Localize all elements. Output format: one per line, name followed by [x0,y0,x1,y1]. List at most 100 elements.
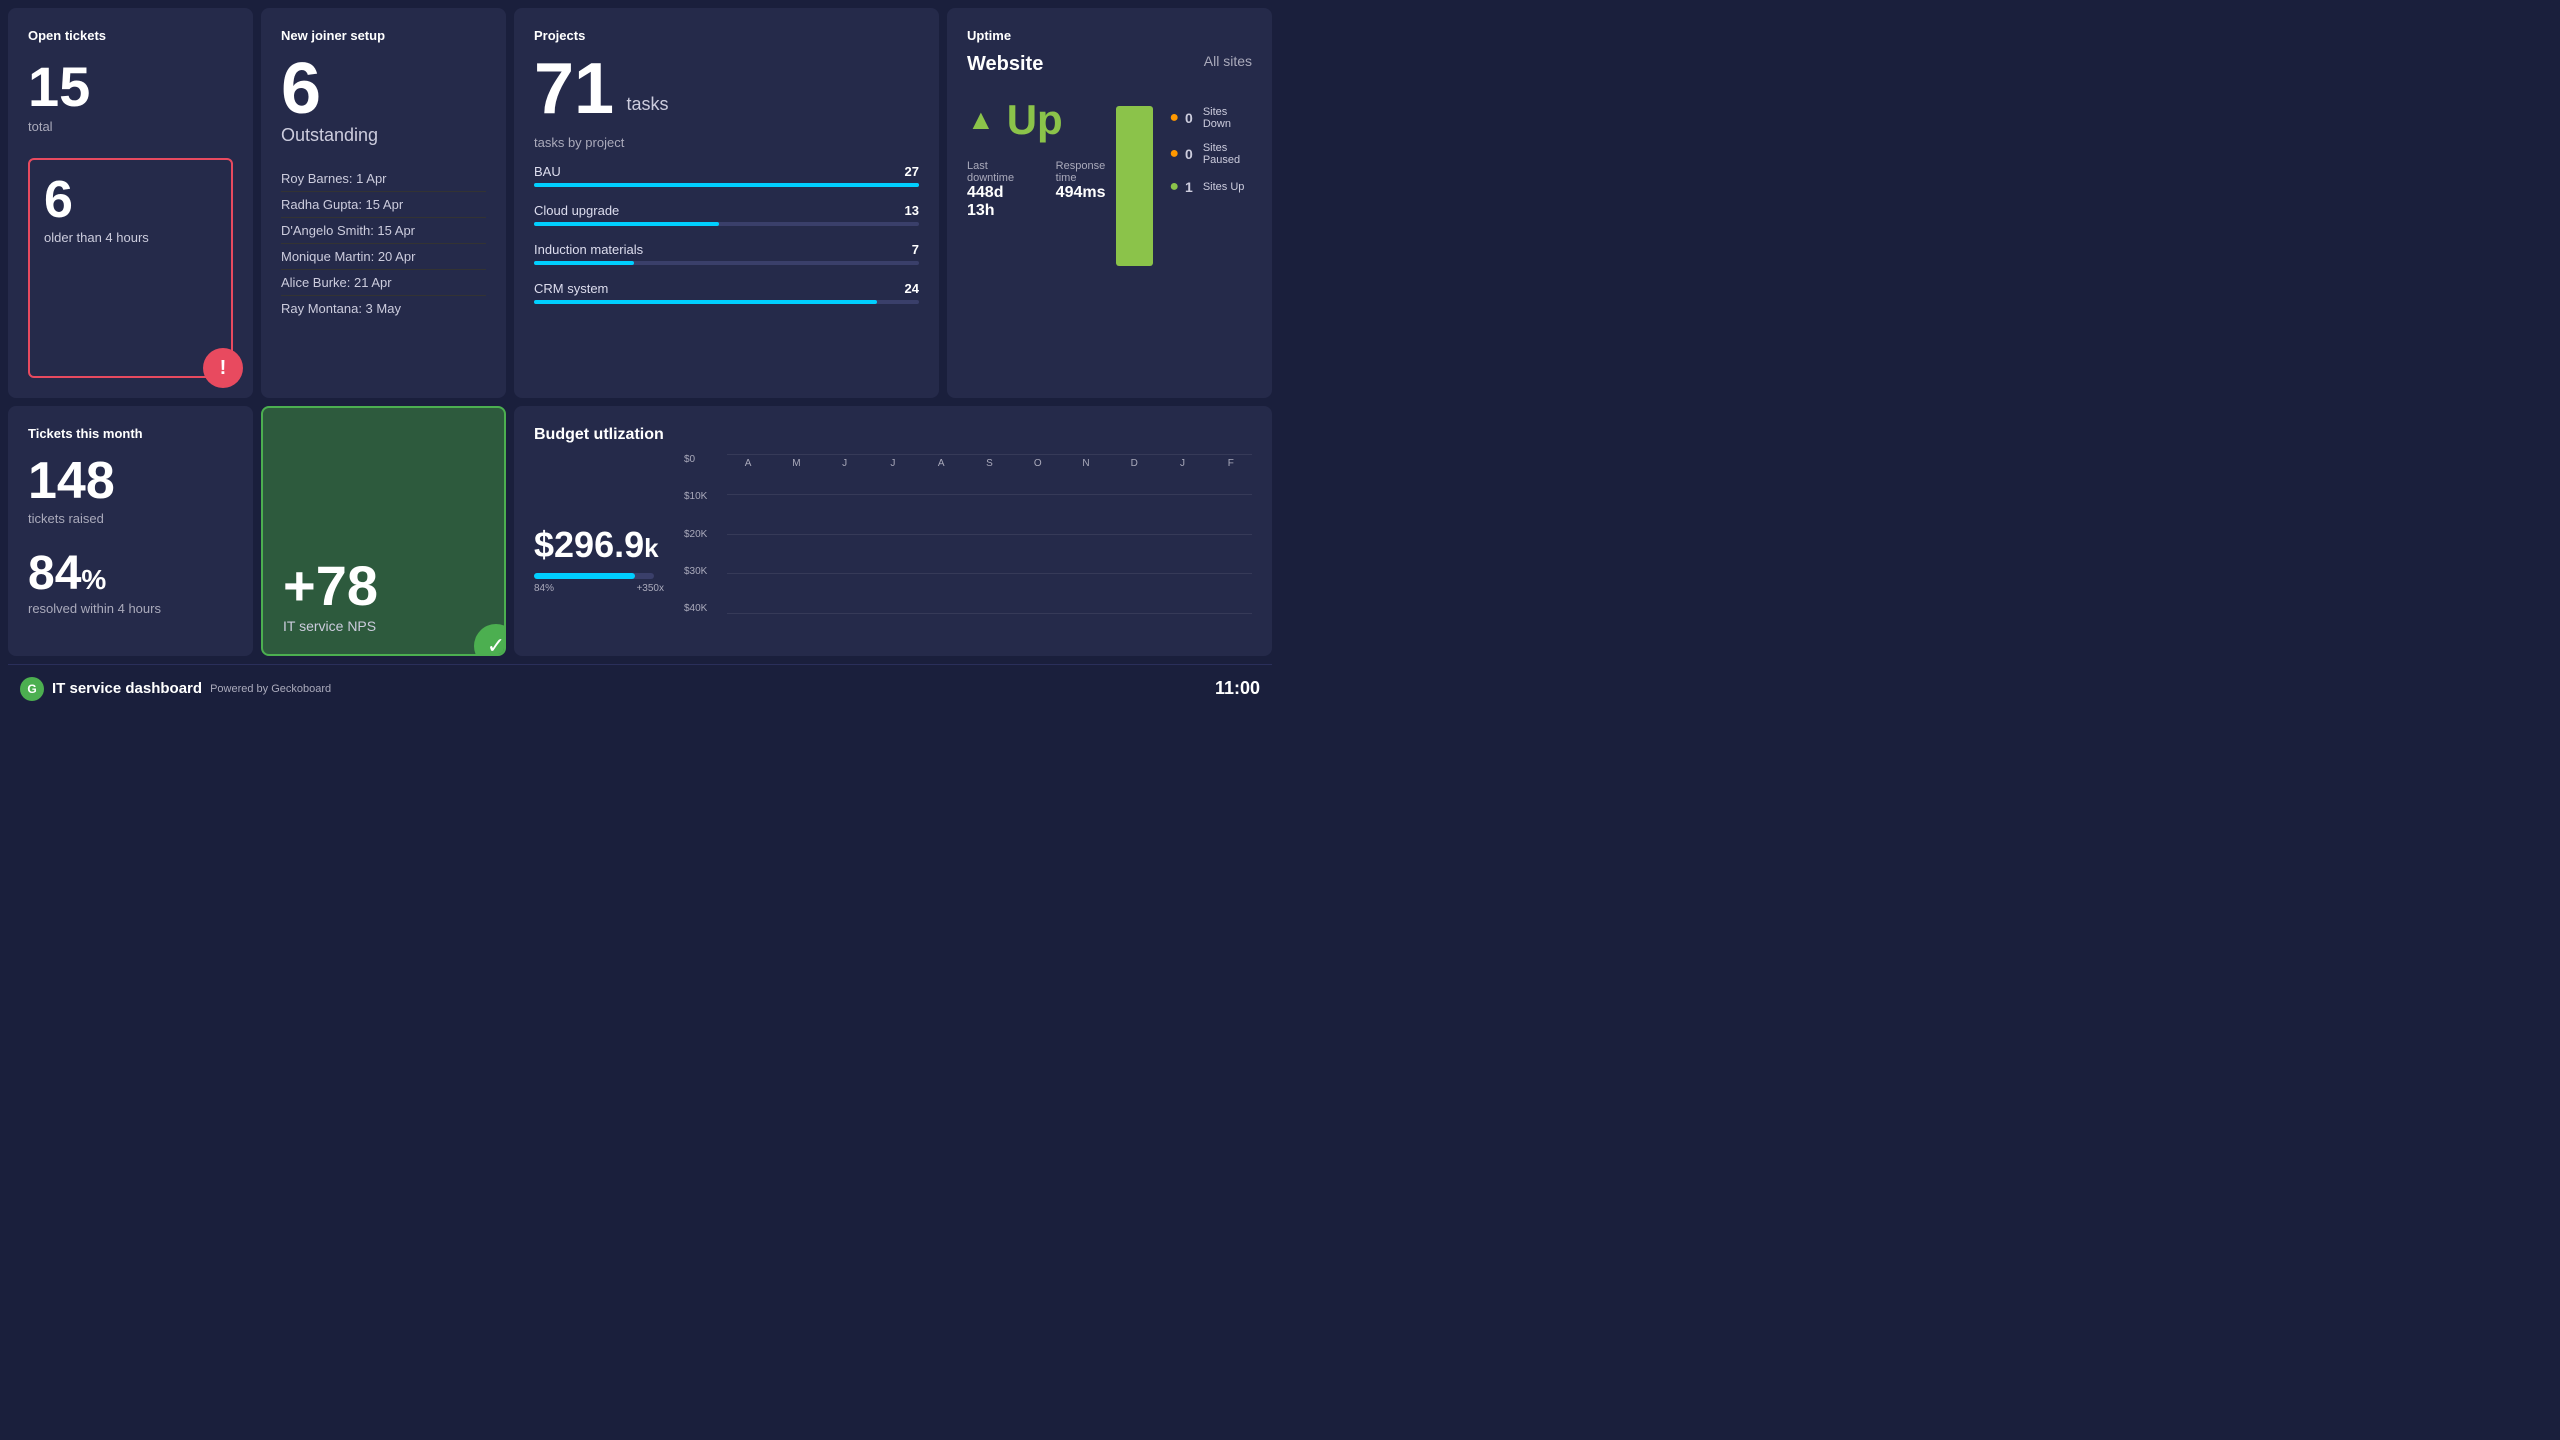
joiner-list-item: Ray Montana: 3 May [281,296,486,321]
new-joiner-title: New joiner setup [281,28,486,43]
bar-column: A [920,454,962,469]
uptime-response-label: Response time [1056,160,1117,184]
y-axis-label: $40K [684,603,719,614]
sites-up-dot: ● [1169,178,1179,196]
bar-label: J [890,458,895,469]
sites-down-label: Sites Down [1203,106,1252,130]
projects-list: BAU 27 Cloud upgrade 13 Induction materi… [534,164,919,304]
tickets-month-count-label: tickets raised [28,511,233,526]
sites-up-label: Sites Up [1203,181,1245,193]
uptime-last-downtime: Last downtime 448d 13h [967,160,1026,220]
bar-label: J [1180,458,1185,469]
open-tickets-alert-box: 6 older than 4 hours ! [28,158,233,378]
bar-column: J [872,454,914,469]
budget-title: Budget utlization [534,426,1252,444]
project-name: CRM system [534,281,608,296]
budget-left: $296.9k 84% +350x [534,454,664,634]
budget-card: Budget utlization $296.9k 84% +350x [514,406,1272,656]
grid-line [727,613,1252,614]
budget-amount: $296.9k [534,527,664,563]
project-row: BAU 27 [534,164,919,187]
open-tickets-total-label: total [28,119,233,134]
bar-column: D [1113,454,1155,469]
uptime-response-time: Response time 494ms [1056,160,1117,220]
budget-content: $296.9k 84% +350x $40K$30K$20K$10K$0 [534,454,1252,634]
open-tickets-total: 15 [28,59,233,115]
open-tickets-title: Open tickets [28,28,233,43]
uptime-status-text: Up [1007,96,1063,144]
project-bar-fill [534,300,877,304]
bar-column: J [824,454,866,469]
footer-title: IT service dashboard [52,680,202,697]
bar-label: O [1034,458,1042,469]
uptime-downtime-value: 448d 13h [967,184,1026,220]
footer-time: 11:00 [1215,678,1260,699]
project-bar-fill [534,183,919,187]
project-row: CRM system 24 [534,281,919,304]
projects-card: Projects 71 tasks tasks by project BAU 2… [514,8,939,398]
footer: G IT service dashboard Powered by Geckob… [8,664,1272,712]
uptime-up-arrow-icon: ▲ [967,104,995,136]
new-joiner-status: Outstanding [281,125,486,146]
budget-bar-labels: 84% +350x [534,583,664,594]
chart-area: $40K$30K$20K$10K$0 A M J J A S O [684,454,1252,634]
bars-area: A M J J A S O N D J [727,454,1252,489]
budget-progress: 84% +350x [534,573,664,594]
projects-big-number: 71 [534,53,614,125]
alert-warning-icon: ! [203,348,243,388]
uptime-header: Website All sites [967,53,1252,76]
sites-down-count: 0 [1185,110,1193,126]
project-bar-bg [534,183,919,187]
bar-label: J [842,458,847,469]
bar-column: M [775,454,817,469]
bar-label: M [792,458,800,469]
uptime-stats: Last downtime 448d 13h Response time 494… [967,160,1116,220]
uptime-card: Uptime Website All sites ▲ Up Last downt… [947,8,1272,398]
uptime-downtime-label: Last downtime [967,160,1026,184]
new-joiner-number: 6 [281,53,486,125]
joiner-list-item: Roy Barnes: 1 Apr [281,166,486,192]
uptime-bar-visual [1116,106,1153,266]
nps-card: +78 IT service NPS ✓ [261,406,506,656]
bar-column: A [727,454,769,469]
uptime-bar-legend: ● 0 Sites Down ● 0 Sites Paused ● 1 Site… [1116,106,1252,266]
projects-tasks-label: tasks [627,94,669,125]
project-name: Cloud upgrade [534,203,619,218]
nps-number: +78 [283,553,484,618]
open-tickets-alert-number: 6 [44,174,217,226]
bar-label: S [986,458,993,469]
grid-line [727,573,1252,574]
bar-column: F [1210,454,1252,469]
project-bar-bg [534,300,919,304]
grid-line [727,494,1252,495]
sites-up-count: 1 [1185,179,1193,195]
bar-label: F [1228,458,1234,469]
nps-label: IT service NPS [283,618,484,634]
project-count: 27 [905,164,919,179]
bar-column: O [1017,454,1059,469]
uptime-response-value: 494ms [1056,184,1117,202]
sites-paused-count: 0 [1185,146,1193,162]
y-axis-label: $20K [684,529,719,540]
project-bar-fill [534,261,634,265]
legend-sites-paused: ● 0 Sites Paused [1169,142,1252,166]
uptime-title: Uptime [967,28,1252,43]
legend-sites-down: ● 0 Sites Down [1169,106,1252,130]
y-axis: $40K$30K$20K$10K$0 [684,454,719,634]
joiner-list-item: Monique Martin: 20 Apr [281,244,486,270]
joiner-list-item: Radha Gupta: 15 Apr [281,192,486,218]
bar-label: N [1082,458,1089,469]
legend-sites-up: ● 1 Sites Up [1169,178,1252,196]
uptime-all-sites: All sites [1204,53,1252,69]
joiner-list-item: Alice Burke: 21 Apr [281,270,486,296]
bar-column: S [968,454,1010,469]
footer-powered-by: Powered by Geckoboard [210,683,331,695]
bar-label: A [938,458,945,469]
grid-line [727,534,1252,535]
project-bar-bg [534,222,919,226]
project-bar-fill [534,222,719,226]
tasks-by-project-label: tasks by project [534,135,919,150]
uptime-legend-items: ● 0 Sites Down ● 0 Sites Paused ● 1 Site… [1169,106,1252,196]
tickets-month-count: 148 [28,451,233,511]
sites-paused-label: Sites Paused [1203,142,1252,166]
